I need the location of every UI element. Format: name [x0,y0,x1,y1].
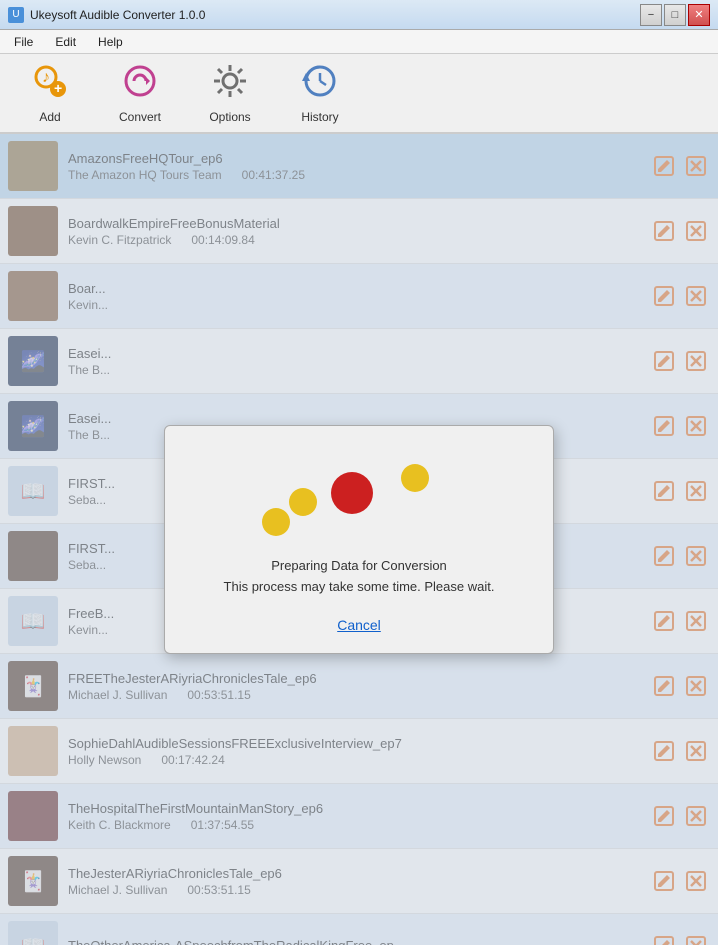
add-label: Add [39,110,60,124]
options-label: Options [209,110,250,124]
toolbar: ♪ + Add Convert [0,54,718,134]
cancel-button[interactable]: Cancel [337,617,381,633]
add-icon: ♪ + [32,63,68,106]
close-button[interactable]: ✕ [688,4,710,26]
minimize-button[interactable]: − [640,4,662,26]
maximize-button[interactable]: □ [664,4,686,26]
window-controls: − □ ✕ [640,4,710,26]
options-icon [212,63,248,106]
menu-edit[interactable]: Edit [45,33,86,51]
history-icon [302,63,338,106]
dot-1 [289,488,317,516]
modal-message: Preparing Data for Conversion This proce… [224,556,495,598]
modal-line2: This process may take some time. Please … [224,577,495,598]
app-icon: U [8,7,24,23]
menu-file[interactable]: File [4,33,43,51]
title-bar: U Ukeysoft Audible Converter 1.0.0 − □ ✕ [0,0,718,30]
menu-help[interactable]: Help [88,33,133,51]
convert-label: Convert [119,110,161,124]
convert-icon [122,63,158,106]
history-label: History [301,110,338,124]
modal-box: Preparing Data for Conversion This proce… [164,425,554,655]
loading-animation [185,456,533,536]
svg-text:+: + [54,80,62,96]
history-button[interactable]: History [280,58,360,128]
menu-bar: File Edit Help [0,30,718,54]
svg-text:♪: ♪ [42,69,50,86]
options-button[interactable]: Options [190,58,270,128]
dot-red [331,472,373,514]
add-button[interactable]: ♪ + Add [10,58,90,128]
dot-3 [262,508,290,536]
convert-button[interactable]: Convert [100,58,180,128]
window-title: Ukeysoft Audible Converter 1.0.0 [30,8,205,22]
content-area: AmazonsFreeHQTour_ep6 The Amazon HQ Tour… [0,134,718,945]
dot-2 [401,464,429,492]
modal-line1: Preparing Data for Conversion [224,556,495,577]
modal-overlay: Preparing Data for Conversion This proce… [0,134,718,945]
